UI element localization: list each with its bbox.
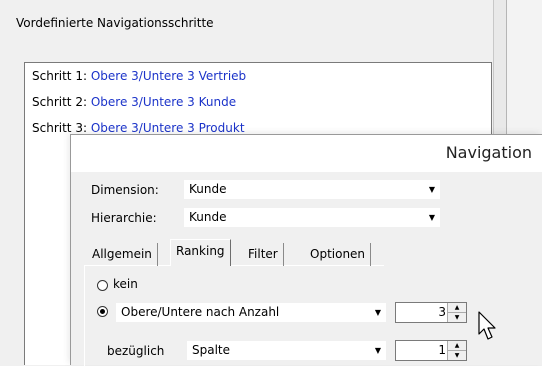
count-value: 3 <box>438 305 446 319</box>
chevron-down-icon: ▼ <box>374 346 381 355</box>
navigation-dialog: Navigation Dimension: Kunde ▼ Hierarchie… <box>70 134 542 366</box>
decrement-icon[interactable]: ▼ <box>448 313 466 322</box>
step-value: Obere 3/Untere 3 Produkt <box>90 121 245 135</box>
ranking-type-value: Obere/Untere nach Anzahl <box>121 305 280 319</box>
relative-count-stepper[interactable]: 1 ▲ ▼ <box>395 340 467 361</box>
dialog-titlebar[interactable]: Navigation <box>71 135 542 172</box>
hierarchy-value: Kunde <box>189 210 227 224</box>
chevron-down-icon: ▼ <box>374 308 381 317</box>
radio-none[interactable] <box>97 280 108 291</box>
relative-select[interactable]: Spalte ▼ <box>187 341 386 360</box>
decrement-icon[interactable]: ▼ <box>448 351 466 360</box>
predefined-steps-heading: Vordefinierte Navigationsschritte <box>16 16 214 30</box>
tab-ranking[interactable]: Ranking <box>170 239 231 266</box>
chevron-down-icon: ▼ <box>428 213 435 222</box>
hierarchy-label: Hierarchie: <box>91 211 157 225</box>
dimension-label: Dimension: <box>91 183 159 197</box>
relative-value: Spalte <box>192 343 231 357</box>
tab-filter[interactable]: Filter <box>243 243 284 266</box>
dimension-value: Kunde <box>189 182 227 196</box>
list-item[interactable]: Schritt 3: Obere 3/Untere 3 Produkt <box>32 121 245 135</box>
increment-icon[interactable]: ▲ <box>448 341 466 351</box>
step-label: Schritt 3: <box>32 121 87 135</box>
relative-label: bezüglich <box>107 344 165 358</box>
radio-none-label: kein <box>113 277 138 291</box>
step-value: Obere 3/Untere 3 Kunde <box>90 95 237 109</box>
stepper-buttons: ▲ ▼ <box>447 341 466 360</box>
list-item[interactable]: Schritt 2: Obere 3/Untere 3 Kunde <box>32 95 236 109</box>
hierarchy-select[interactable]: Kunde ▼ <box>184 208 440 227</box>
count-stepper[interactable]: 3 ▲ ▼ <box>395 302 467 323</box>
ranking-type-select[interactable]: Obere/Untere nach Anzahl ▼ <box>116 303 386 322</box>
radio-selected-dot <box>100 309 105 314</box>
increment-icon[interactable]: ▲ <box>448 303 466 313</box>
stepper-buttons: ▲ ▼ <box>447 303 466 322</box>
tab-allgemein[interactable]: Allgemein <box>87 243 158 266</box>
dialog-title: Navigation <box>445 143 532 162</box>
relative-count-value: 1 <box>438 343 446 357</box>
step-label: Schritt 2: <box>32 95 87 109</box>
mouse-pointer-icon <box>478 311 496 340</box>
list-item[interactable]: Schritt 1: Obere 3/Untere 3 Vertrieb <box>32 69 246 83</box>
chevron-down-icon: ▼ <box>428 185 435 194</box>
dimension-select[interactable]: Kunde ▼ <box>184 180 440 199</box>
tab-optionen[interactable]: Optionen <box>305 243 372 266</box>
step-value: Obere 3/Untere 3 Vertrieb <box>90 69 247 83</box>
step-label: Schritt 1: <box>32 69 87 83</box>
radio-top-bottom-count[interactable] <box>97 306 108 317</box>
